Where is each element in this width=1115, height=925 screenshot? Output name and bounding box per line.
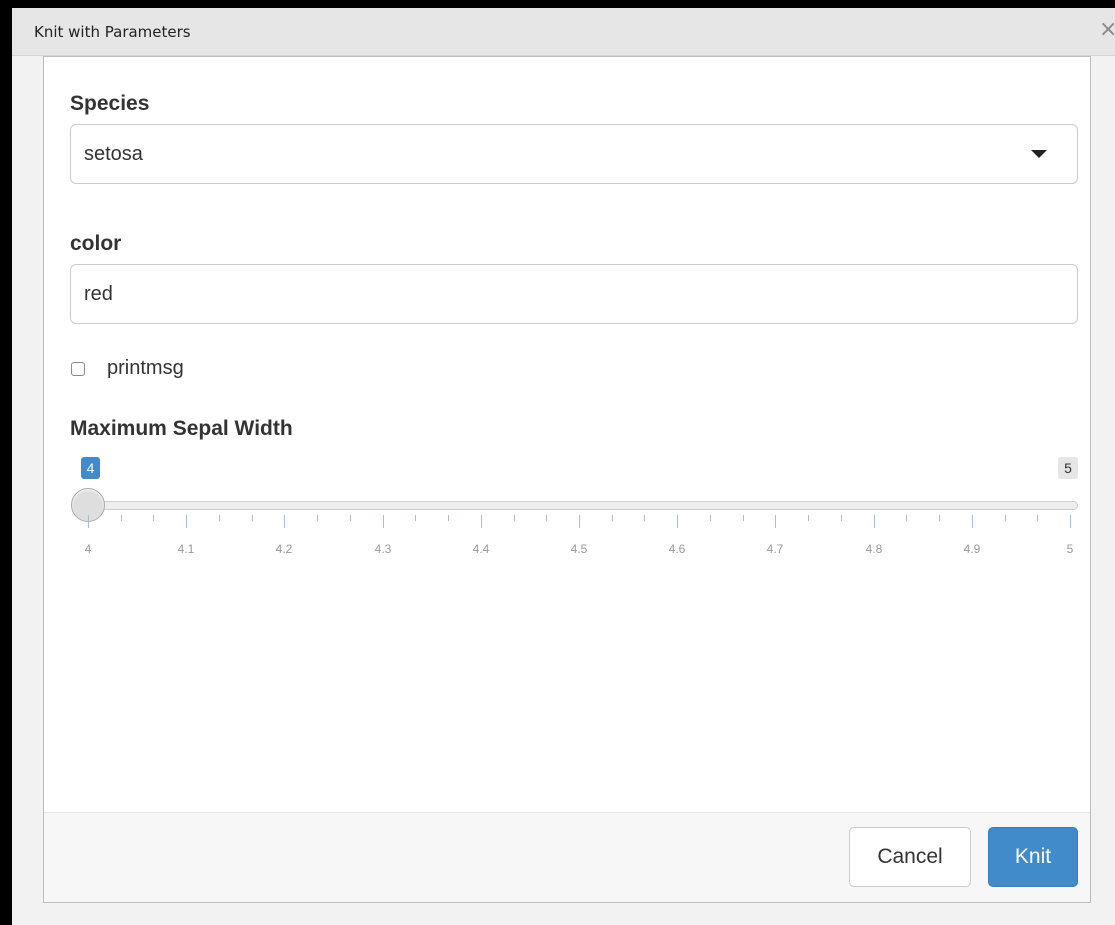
slider-major-tick [284,515,285,528]
slider-minor-tick [906,515,907,521]
slider-minor-tick [448,515,449,521]
slider-minor-tick [743,515,744,521]
slider-major-tick [88,515,89,528]
slider-major-tick [1070,515,1071,528]
slider-minor-tick [808,515,809,521]
slider-major-tick [874,515,875,528]
slider-tick-label: 4.3 [374,542,392,556]
slider-minor-tick [350,515,351,521]
slider-minor-tick [1037,515,1038,521]
slider-minor-tick [1005,515,1006,521]
printmsg-checkbox[interactable] [71,362,85,376]
slider-tick-label: 4.4 [472,542,490,556]
species-label: Species [70,92,150,115]
caret-down-icon [1031,150,1047,158]
title-bar: Knit with Parameters × [12,8,1115,56]
slider-minor-tick [121,515,122,521]
slider-major-tick [383,515,384,528]
slider-minor-tick [219,515,220,521]
knit-dialog-window: Knit with Parameters × Species setosa co… [12,8,1115,925]
slider-major-tick [677,515,678,528]
slider-minor-tick [546,515,547,521]
printmsg-label[interactable]: printmsg [107,357,184,380]
slider-max-badge: 5 [1058,457,1078,479]
slider-tick-label: 4.9 [963,542,981,556]
slider-minor-tick [415,515,416,521]
slider-tick-label: 4.1 [177,542,195,556]
window-title: Knit with Parameters [34,23,191,41]
slider-tick-label: 4.6 [668,542,686,556]
slider-major-tick [481,515,482,528]
cancel-button[interactable]: Cancel [849,827,971,887]
slider-minor-tick [612,515,613,521]
slider-tick-label: 4.2 [275,542,293,556]
slider-major-tick [186,515,187,528]
slider-minor-tick [841,515,842,521]
species-selected-value: setosa [84,143,143,165]
slider-value-badge: 4 [81,457,100,479]
slider-tick-label: 4.5 [570,542,588,556]
slider-minor-tick [514,515,515,521]
knit-button[interactable]: Knit [988,827,1078,887]
slider-major-tick [775,515,776,528]
slider-minor-tick [252,515,253,521]
slider-minor-tick [710,515,711,521]
slider-minor-tick [317,515,318,521]
slider-track[interactable] [88,501,1078,510]
slider-tick-label: 4.7 [766,542,784,556]
slider-major-tick [972,515,973,528]
slider-minor-tick [153,515,154,521]
dialog-footer: Cancel Knit [44,812,1090,902]
slider-major-tick [579,515,580,528]
color-label: color [70,232,122,255]
slider-tick-label: 5 [1066,542,1074,556]
max-sepal-width-slider[interactable]: 4 5 4 4.1 4.2 4.3 4.4 4.5 4.6 4.7 4.8 4.9 5 [44,447,1092,567]
slider-tick-label: 4.8 [865,542,883,556]
color-input[interactable] [70,264,1078,324]
slider-minor-tick [644,515,645,521]
parameters-panel: Species setosa color printmsg Maximum Se… [43,56,1091,903]
species-select[interactable]: setosa [70,124,1078,184]
close-icon[interactable]: × [1099,18,1115,42]
slider-tick-label: 4 [84,542,92,556]
slider-minor-tick [939,515,940,521]
max-sepal-width-label: Maximum Sepal Width [70,417,293,440]
screen-border: Knit with Parameters × Species setosa co… [0,0,1115,925]
